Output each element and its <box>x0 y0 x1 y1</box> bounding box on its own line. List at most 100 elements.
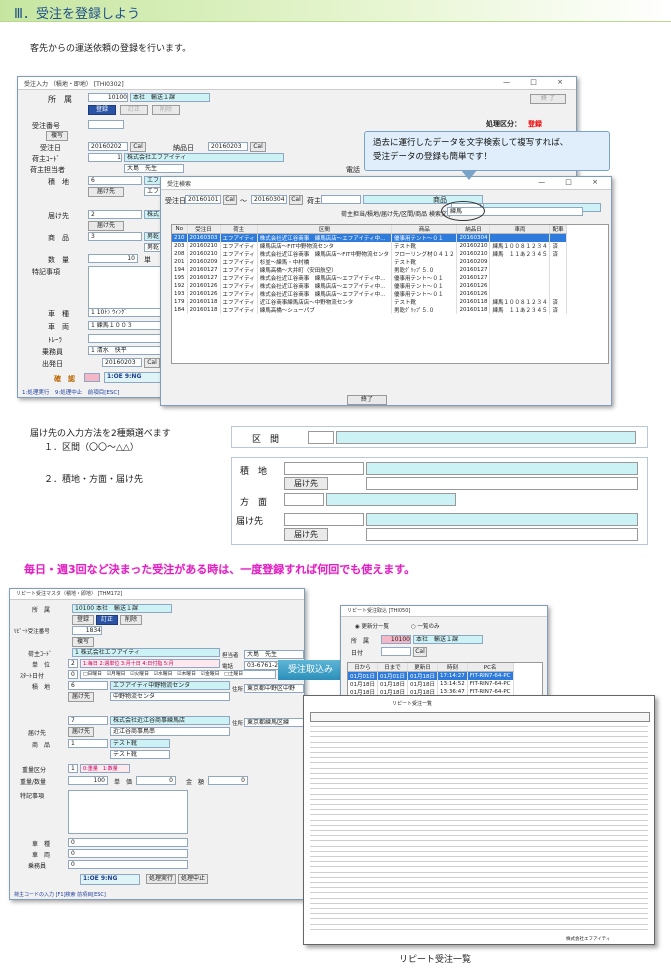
column-header[interactable]: 納品日 <box>456 225 491 234</box>
m-dest-button[interactable]: 届け先 <box>68 727 94 737</box>
delivery-date-cal-button[interactable]: Cal <box>250 142 266 152</box>
search-result-list[interactable]: No 受注日 荷主 区間 商品 納品日 車両 配車 210 20160303 エフアイティ 株式会社… <box>171 224 609 364</box>
m-copy-button[interactable]: 複写 <box>72 637 94 647</box>
todoke-dest-button[interactable]: 届け先 <box>284 528 328 541</box>
column-header[interactable]: 区間 <box>257 225 392 234</box>
m-price-field[interactable]: 0 <box>136 776 176 785</box>
dest-button[interactable]: 届け先 <box>88 221 124 231</box>
m-shipper-field[interactable]: 1 株式会社エフアイティ <box>72 648 220 657</box>
houmen-code[interactable] <box>284 493 324 506</box>
todoke-code[interactable] <box>284 513 364 526</box>
depart-date-field[interactable]: 20160203 <box>102 358 142 367</box>
import-radio-list[interactable]: ○ 一覧のみ <box>411 622 440 630</box>
column-header[interactable]: 受注日 <box>187 225 221 234</box>
end-button[interactable]: 終 了 <box>530 94 566 104</box>
qty-field[interactable]: 10 <box>88 254 138 263</box>
column-header[interactable]: 日まで <box>377 663 408 672</box>
search-window-controls[interactable]: — □ × <box>538 178 607 186</box>
table-row[interactable]: 195 20160127 エフアイティ 株式会社近江谷商事 練馬店店～エフアイティ中…… <box>172 274 567 282</box>
order-date-cal-button[interactable]: Cal <box>130 142 146 152</box>
load-dest-button[interactable]: 届け先 <box>88 187 124 197</box>
table-cell <box>489 233 551 242</box>
m-unit-field[interactable]: 2 <box>68 659 78 668</box>
column-header[interactable]: 日から <box>348 663 378 672</box>
m-crew-field[interactable]: 0 <box>68 860 188 869</box>
delivery-date-field[interactable]: 20160203 <box>208 142 248 151</box>
table-row[interactable]: 203 20160210 エフアイティ 練馬店店～FIT中野物流センタ テスト靴 2016… <box>172 242 567 250</box>
shipper-code-field[interactable]: 1 <box>88 153 122 162</box>
table-row[interactable]: 193 20160126 エフアイティ 株式会社近江谷商事 練馬店店～エフアイティ中…… <box>172 290 567 298</box>
table-row[interactable]: 01月18日 01月18日 01月18日 13:14:52 FIT-RIN7-64-PC <box>348 680 514 688</box>
m-exec-button[interactable]: 処理実行 <box>146 874 176 884</box>
import-shozoku-field[interactable]: 10100 <box>381 635 411 644</box>
m-stop-button[interactable]: 処理中止 <box>178 874 208 884</box>
m-goods-field[interactable]: 1 <box>68 739 108 748</box>
column-header[interactable]: No <box>172 225 188 234</box>
tsumichi-dest-button[interactable]: 届け先 <box>284 477 328 490</box>
m-register-button[interactable]: 登録 <box>72 615 94 625</box>
column-header[interactable]: 車両 <box>489 225 551 234</box>
table-row[interactable]: 179 20160118 エフアイティ 近江谷商事練馬店店～中野物流センタ テスト靴 20… <box>172 298 567 306</box>
callout-bubble: 過去に運行したデータを文字検索して複写すれば、 受注データの登録も簡単です！ <box>364 131 610 180</box>
search-to-cal[interactable]: Cal <box>289 195 303 205</box>
search-to-field[interactable]: 20160304 <box>251 195 287 204</box>
m-load-button[interactable]: 届け先 <box>68 692 94 702</box>
copy-button[interactable]: 複写 <box>46 131 68 141</box>
m-qty-field[interactable]: 100 <box>68 776 108 785</box>
table-cell: 優事用テント～０１ <box>391 290 458 298</box>
delete-button[interactable]: 削除 <box>152 105 180 115</box>
register-button[interactable]: 登録 <box>88 105 116 115</box>
m-weight-field[interactable]: 1 <box>68 764 78 773</box>
column-header[interactable]: 荷主 <box>220 225 258 234</box>
search-from-field[interactable]: 20160101 <box>185 195 221 204</box>
goods-code-field[interactable]: 3 <box>88 232 142 241</box>
table-row[interactable]: 208 20160210 エフアイティ 株式会社近江谷商事 練馬店店～FIT中野物流セ… <box>172 250 567 258</box>
shozoku-code-field[interactable]: 10100 <box>88 93 128 102</box>
table-row[interactable]: 01月01日 01月01日 01月18日 17:14:27 FIT-RIN7-64-PC <box>348 671 514 680</box>
m-vehicle-field[interactable]: 0 <box>68 849 188 858</box>
order-no-field[interactable] <box>88 120 124 129</box>
tsumichi-code[interactable] <box>284 462 364 475</box>
column-header[interactable]: 配車 <box>549 225 567 234</box>
import-cal-button[interactable]: Cal <box>413 647 427 657</box>
table-cell: 男乾ｸﾞﾘｯﾌﾟ５.０ <box>391 306 458 314</box>
table-cell: テスト靴 <box>391 258 458 266</box>
search-end-button[interactable]: 終了 <box>347 395 387 405</box>
column-header[interactable]: 商品 <box>391 225 458 234</box>
m-weekdays[interactable]: □日曜日 ☑月曜日 ☑火曜日 ☑水曜日 ☑木曜日 ☑金曜日 □土曜日 <box>80 670 276 679</box>
confirm-input[interactable] <box>84 373 100 382</box>
column-header[interactable]: PC名 <box>467 663 514 672</box>
report-line <box>310 783 648 785</box>
column-header[interactable]: 時刻 <box>437 663 468 672</box>
window-controls[interactable]: — □ × <box>503 78 572 86</box>
shipper-person-field[interactable]: 大島 先生 <box>124 164 184 173</box>
table-row[interactable]: 201 20160209 エフアイティ 杉並～練馬・中村橋 テスト靴 20160209 <box>172 258 567 266</box>
m-edit-button[interactable]: 訂正 <box>96 615 118 625</box>
column-header[interactable]: 更新日 <box>407 663 438 672</box>
m-car-field[interactable]: 0 <box>68 838 188 847</box>
table-row[interactable]: 184 20160118 エフアイティ 練馬高橋～シューパブ 男乾ｸﾞﾘｯﾌﾟ５.０ 20… <box>172 306 567 314</box>
table-row[interactable]: 192 20160126 エフアイティ 株式会社近江谷商事 練馬店店～エフアイティ中…… <box>172 282 567 290</box>
m-repeat-no-field[interactable]: 1834 <box>72 626 102 635</box>
table-row[interactable]: 210 20160303 エフアイティ 株式会社近江谷商事 練馬店店～エフアイティ中…… <box>172 233 567 242</box>
order-date-field[interactable]: 20160202 <box>88 142 128 151</box>
table-row[interactable]: 194 20160127 エフアイティ 練馬高橋～大井町（安田航空） 男乾ｸﾞﾘｯﾌﾟ５… <box>172 266 567 274</box>
kukan-code[interactable] <box>308 431 334 444</box>
m-delete-button[interactable]: 削除 <box>120 615 142 625</box>
search-from-cal[interactable]: Cal <box>223 195 237 205</box>
m-person-field[interactable]: 大島 先生 <box>244 650 304 659</box>
import-date-field[interactable] <box>381 647 411 656</box>
m-notes-label: 特記事項 <box>20 793 45 800</box>
depart-cal-button[interactable]: Cal <box>144 358 160 368</box>
load-code-field[interactable]: 6 <box>88 176 142 185</box>
m-notes-field[interactable] <box>68 790 188 834</box>
m-load-field[interactable]: 6 <box>68 681 108 690</box>
import-radio-updated[interactable]: ◉ 更新分一覧 <box>355 622 389 630</box>
m-amount-field[interactable]: 0 <box>208 776 248 785</box>
dest-code-field[interactable]: 2 <box>88 210 142 219</box>
edit-button[interactable]: 訂正 <box>120 105 148 115</box>
search-shipper-code[interactable] <box>321 195 361 204</box>
m-start-field[interactable]: 0 <box>68 670 78 679</box>
report-line <box>310 814 648 816</box>
m-dest-field[interactable]: 7 <box>68 716 108 725</box>
